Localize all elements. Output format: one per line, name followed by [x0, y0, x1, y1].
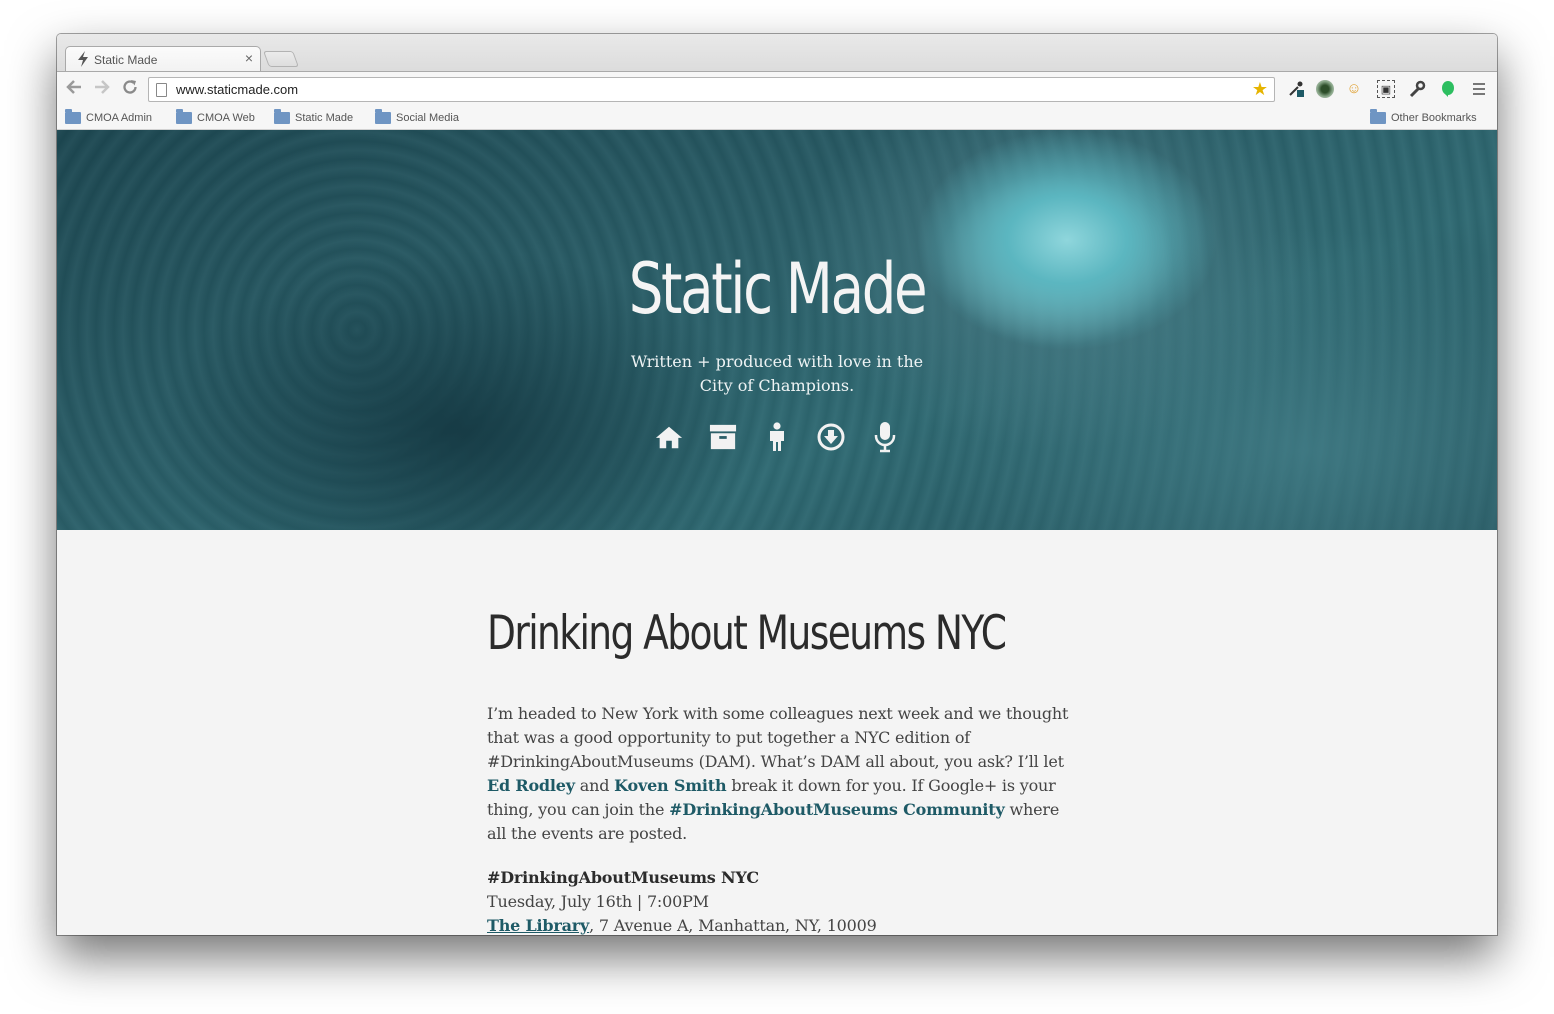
bookmarks-bar: CMOA Admin CMOA Web Static Made Social M…: [57, 105, 1497, 130]
reload-button[interactable]: [119, 78, 141, 100]
bookmark-label: CMOA Web: [197, 112, 255, 124]
browser-window: Static Made × www.staticmade.com ★ ☺ ▣ C…: [57, 34, 1497, 935]
folder-icon: [65, 109, 81, 124]
folder-icon: [274, 109, 290, 124]
bookmark-label: Other Bookmarks: [1391, 112, 1477, 124]
eyedropper-extension-icon[interactable]: [1287, 80, 1305, 98]
back-button[interactable]: [63, 78, 85, 100]
folder-icon: [176, 109, 192, 124]
bookmark-star-icon[interactable]: ★: [1252, 79, 1268, 100]
home-icon[interactable]: [655, 422, 683, 452]
hamburger-glyph: [1473, 83, 1485, 95]
link-the-library[interactable]: The Library: [487, 916, 589, 935]
bookmark-static-made[interactable]: Static Made: [274, 109, 354, 126]
bookmark-social-media[interactable]: Social Media: [375, 109, 459, 126]
event-address: , 7 Avenue A, Manhattan, NY, 10009: [589, 916, 877, 935]
new-tab-button[interactable]: [263, 51, 299, 67]
post-title[interactable]: Drinking About Museums NYC: [487, 606, 1007, 661]
back-arrow-icon: [66, 80, 81, 94]
tab-static-made[interactable]: Static Made ×: [65, 46, 261, 72]
wrench-icon[interactable]: [1408, 80, 1426, 98]
tab-strip: Static Made ×: [57, 34, 1497, 72]
circle-extension-icon[interactable]: [1316, 80, 1334, 98]
menu-icon[interactable]: [1470, 80, 1488, 98]
archive-icon[interactable]: [709, 422, 737, 452]
address-bar[interactable]: www.staticmade.com ★: [148, 77, 1275, 102]
event-location: The Library, 7 Avenue A, Manhattan, NY, …: [487, 914, 1077, 935]
tagline-line-1: Written + produced with love in the: [630, 352, 924, 371]
hero-banner: Static Made Written + produced with love…: [57, 130, 1497, 530]
page-icon: [156, 83, 167, 97]
paragraph-text: I’m headed to New York with some colleag…: [487, 704, 1069, 771]
site-title[interactable]: Static Made: [215, 248, 1338, 330]
cat-extension-icon[interactable]: ☺: [1345, 80, 1363, 98]
forward-arrow-icon: [95, 80, 110, 94]
link-ed-rodley[interactable]: Ed Rodley: [487, 776, 575, 795]
evernote-glyph: [1442, 81, 1454, 97]
tab-title: Static Made: [94, 53, 158, 67]
person-icon[interactable]: [763, 422, 791, 452]
reload-icon: [123, 80, 137, 94]
bookmark-cmoa-web[interactable]: CMOA Web: [176, 109, 255, 126]
bookmark-label: CMOA Admin: [86, 112, 153, 124]
bookmark-label: Social Media: [396, 112, 459, 124]
url-text[interactable]: www.staticmade.com: [176, 82, 298, 97]
download-icon[interactable]: [817, 422, 845, 452]
link-koven-smith[interactable]: Koven Smith: [614, 776, 726, 795]
link-community[interactable]: #DrinkingAboutMuseums Community: [669, 800, 1005, 819]
bookmark-label: Static Made: [295, 112, 354, 124]
close-tab-icon[interactable]: ×: [245, 50, 253, 66]
bookmark-other-bookmarks[interactable]: Other Bookmarks: [1370, 109, 1477, 126]
paragraph-text: and: [574, 776, 615, 795]
bookmark-cmoa-admin[interactable]: CMOA Admin: [65, 109, 153, 126]
site-nav: [57, 422, 1497, 453]
evernote-extension-icon[interactable]: [1439, 80, 1457, 98]
browser-toolbar: www.staticmade.com ★ ☺ ▣: [57, 71, 1497, 105]
screenshot-extension-icon[interactable]: ▣: [1377, 80, 1395, 98]
folder-icon: [1370, 109, 1386, 124]
microphone-icon[interactable]: [871, 422, 899, 453]
event-date: Tuesday, July 16th | 7:00PM: [487, 892, 709, 911]
event-details: #DrinkingAboutMuseums NYC Tuesday, July …: [487, 866, 1077, 935]
wrench-glyph: [1409, 80, 1426, 98]
tagline-line-2: City of Champions.: [699, 376, 855, 395]
folder-icon: [375, 109, 391, 124]
event-title: #DrinkingAboutMuseums NYC: [487, 868, 759, 887]
post-paragraph: I’m headed to New York with some colleag…: [487, 702, 1077, 846]
lightning-icon: [78, 51, 88, 67]
forward-button[interactable]: [91, 78, 113, 100]
site-tagline: Written + produced with love in the City…: [617, 350, 937, 398]
